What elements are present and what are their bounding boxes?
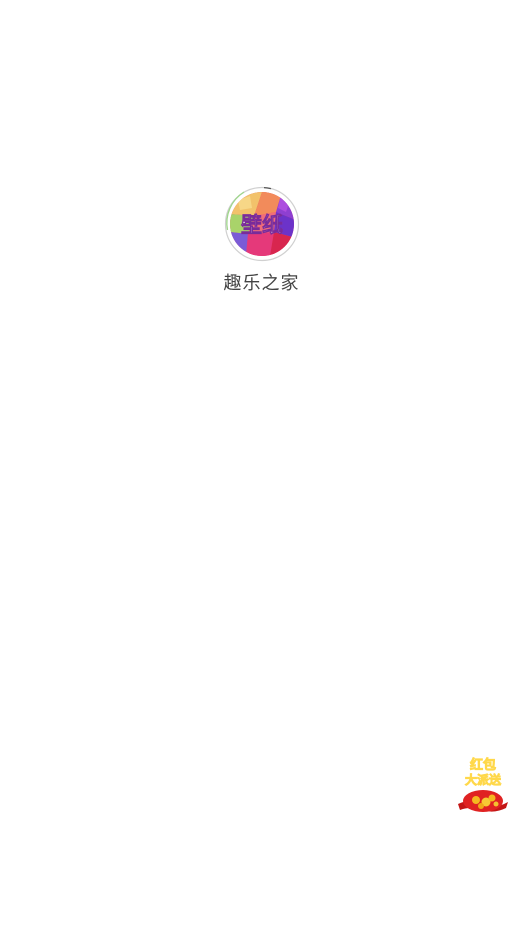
red-packet-promo-button[interactable]: 红包 大派送	[456, 754, 510, 816]
promo-line1: 红包	[470, 757, 496, 773]
wallpaper-logo-icon: 壁纸	[224, 186, 299, 262]
splash-screen: 壁纸 趣乐之家 红包 大派送	[0, 0, 523, 931]
splash-content: 壁纸 趣乐之家	[0, 186, 523, 295]
promo-line2: 大派送	[465, 772, 502, 787]
logo-label: 壁纸	[241, 213, 283, 237]
app-logo: 壁纸	[224, 186, 300, 262]
app-name: 趣乐之家	[223, 273, 300, 294]
red-packet-icon: 红包 大派送	[458, 757, 508, 812]
